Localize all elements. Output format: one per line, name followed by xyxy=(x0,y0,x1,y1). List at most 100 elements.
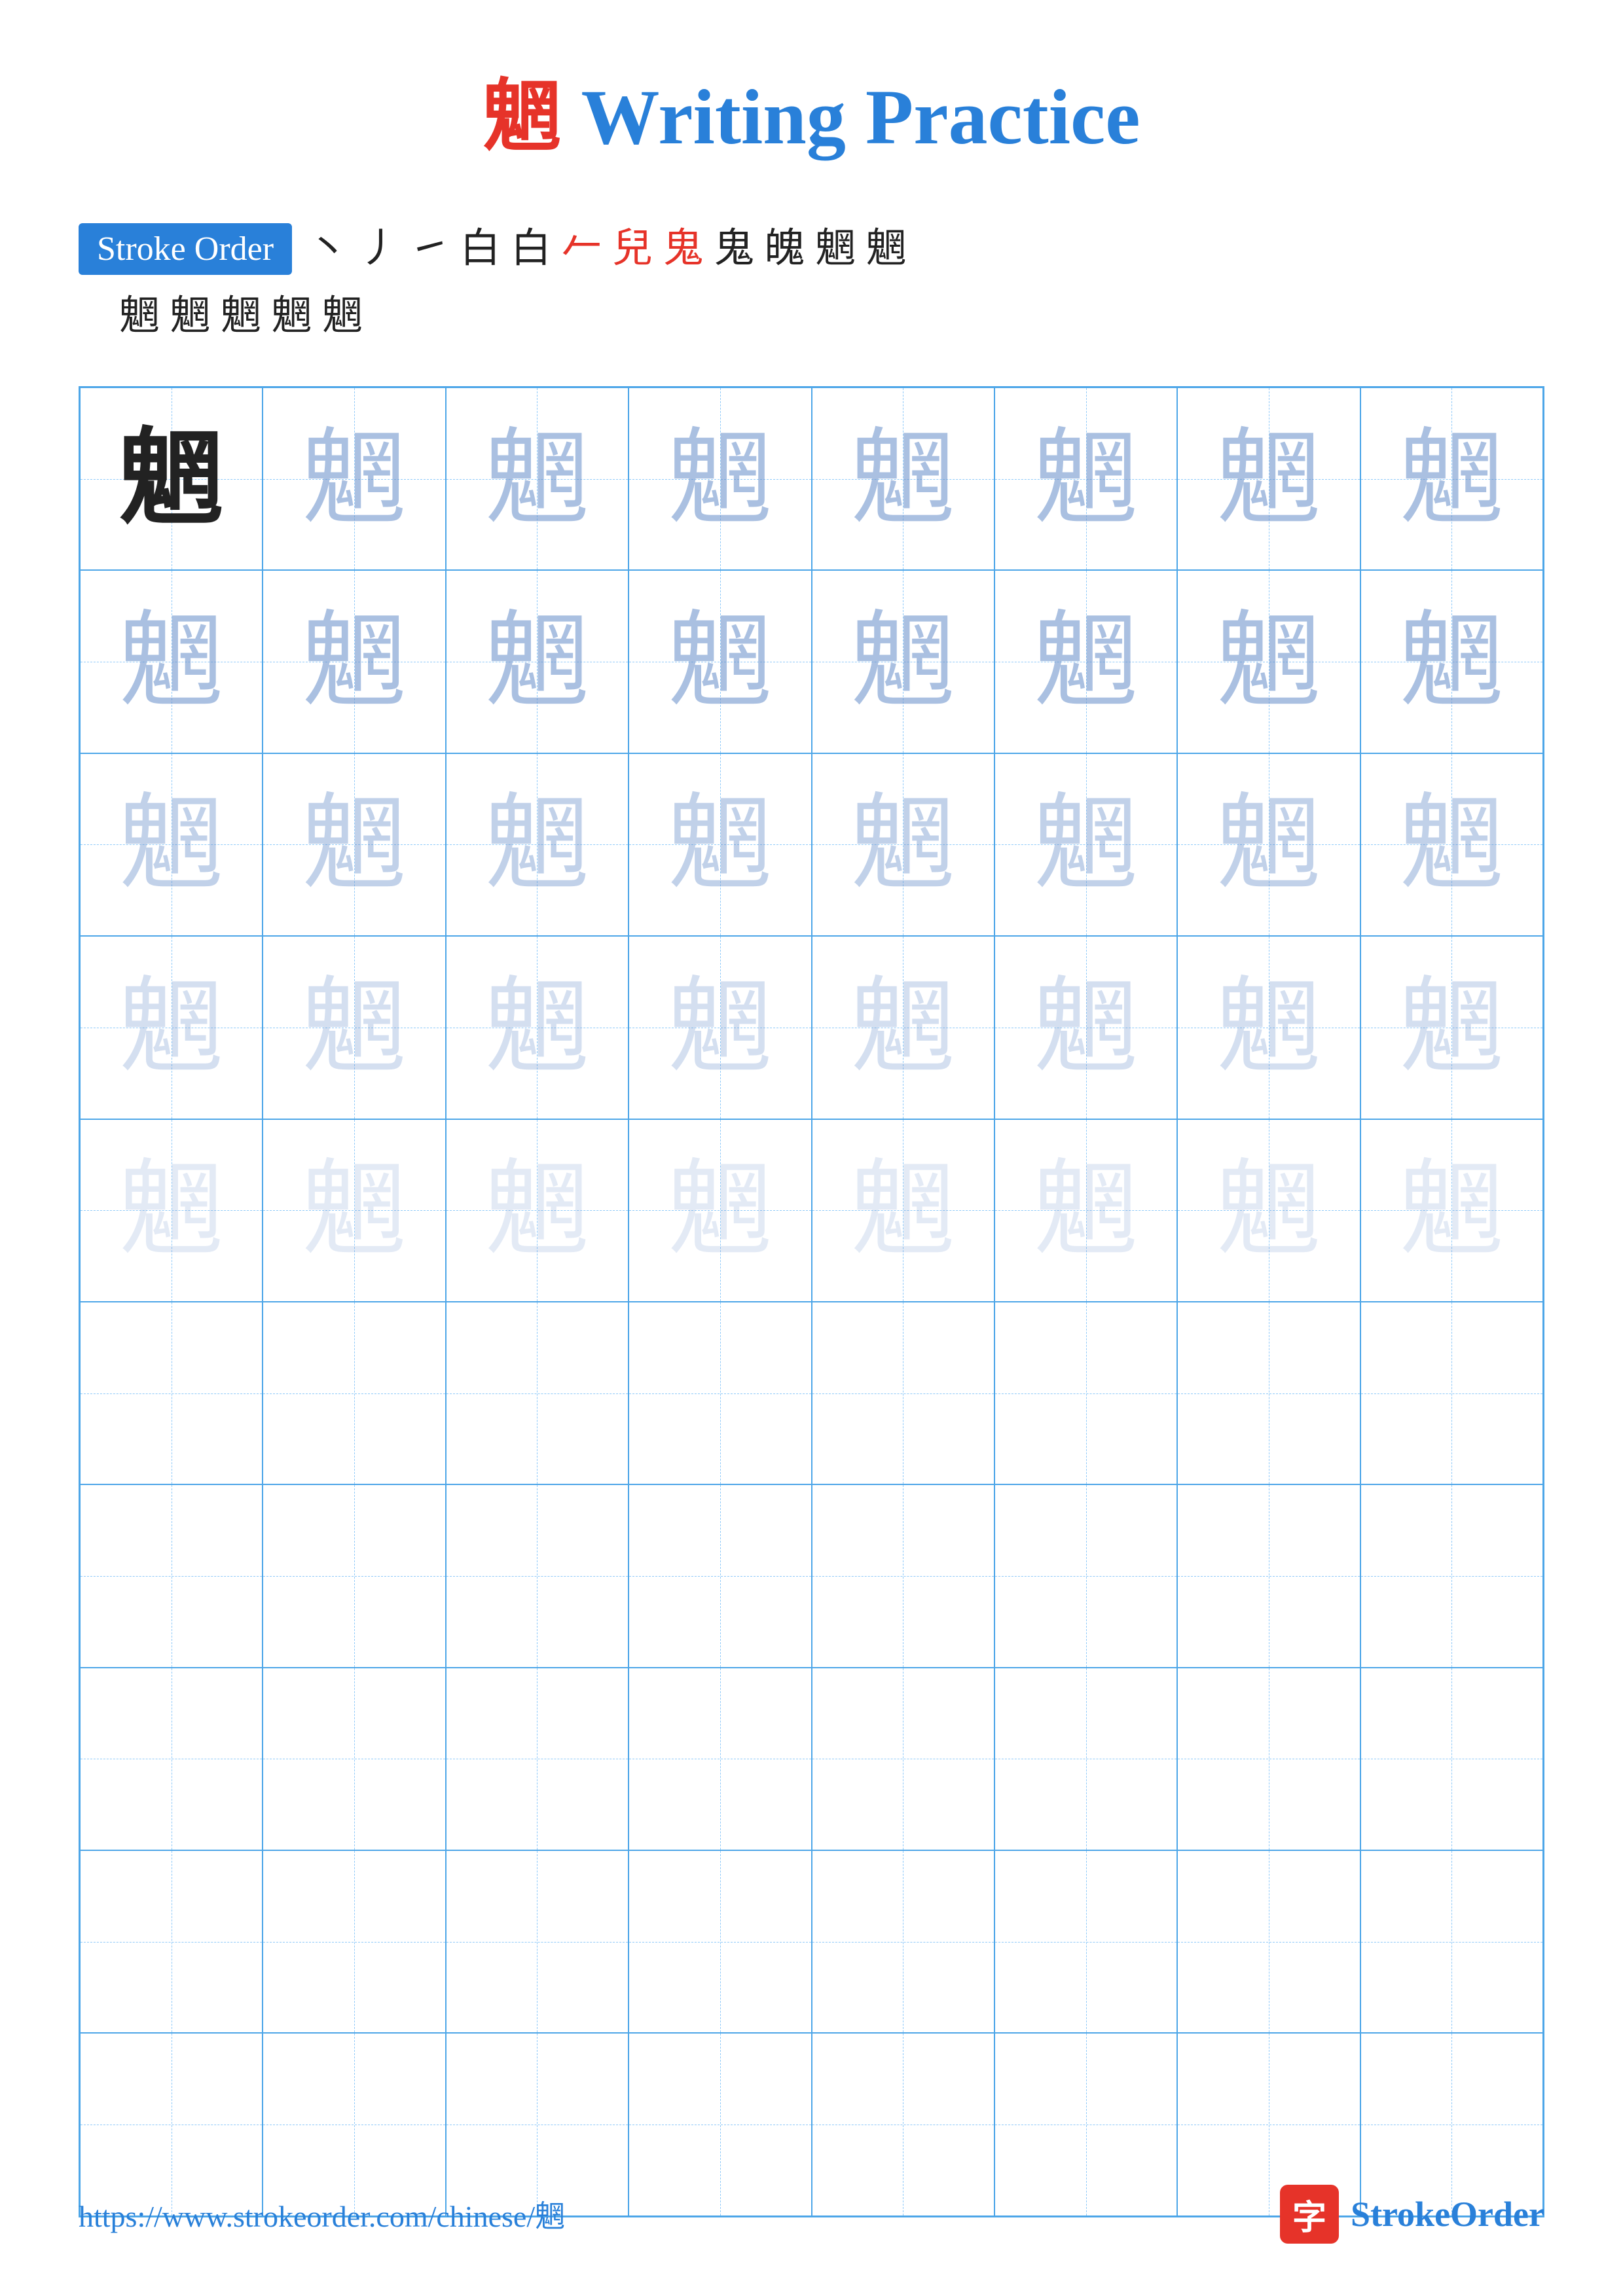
grid-cell-1-1[interactable]: 魍 xyxy=(263,570,445,753)
grid-cell-3-0[interactable]: 魍 xyxy=(80,936,263,1119)
cell-character: 魍 xyxy=(1034,1158,1139,1263)
grid-cell-4-3[interactable]: 魍 xyxy=(629,1119,811,1302)
grid-cell-2-2[interactable]: 魍 xyxy=(446,753,629,936)
grid-cell-1-6[interactable]: 魍 xyxy=(1177,570,1360,753)
cell-character: 魍 xyxy=(668,1158,773,1263)
grid-cell-8-3[interactable] xyxy=(629,1850,811,2033)
grid-cell-6-7[interactable] xyxy=(1360,1484,1543,1667)
grid-cell-0-3[interactable]: 魍 xyxy=(629,387,811,570)
cell-character: 魍 xyxy=(302,427,407,531)
grid-cell-4-5[interactable]: 魍 xyxy=(994,1119,1177,1302)
grid-cell-0-7[interactable]: 魍 xyxy=(1360,387,1543,570)
grid-cell-7-1[interactable] xyxy=(263,1668,445,1850)
grid-cell-5-6[interactable] xyxy=(1177,1302,1360,1484)
grid-cell-3-4[interactable]: 魍 xyxy=(812,936,994,1119)
grid-cell-1-5[interactable]: 魍 xyxy=(994,570,1177,753)
grid-cell-4-7[interactable]: 魍 xyxy=(1360,1119,1543,1302)
grid-cell-2-5[interactable]: 魍 xyxy=(994,753,1177,936)
cell-character: 魍 xyxy=(484,609,589,714)
grid-cell-1-3[interactable]: 魍 xyxy=(629,570,811,753)
grid-cell-3-2[interactable]: 魍 xyxy=(446,936,629,1119)
grid-row-8 xyxy=(80,1850,1543,2033)
grid-cell-8-4[interactable] xyxy=(812,1850,994,2033)
grid-cell-5-1[interactable] xyxy=(263,1302,445,1484)
cell-character: 魍 xyxy=(119,792,224,897)
grid-cell-8-0[interactable] xyxy=(80,1850,263,2033)
grid-cell-5-0[interactable] xyxy=(80,1302,263,1484)
grid-cell-8-6[interactable] xyxy=(1177,1850,1360,2033)
cell-character: 魍 xyxy=(1034,792,1139,897)
grid-cell-7-6[interactable] xyxy=(1177,1668,1360,1850)
grid-cell-0-6[interactable]: 魍 xyxy=(1177,387,1360,570)
grid-cell-7-3[interactable] xyxy=(629,1668,811,1850)
grid-cell-8-5[interactable] xyxy=(994,1850,1177,2033)
grid-cell-7-2[interactable] xyxy=(446,1668,629,1850)
grid-cell-2-0[interactable]: 魍 xyxy=(80,753,263,936)
stroke-order-label: Stroke Order xyxy=(79,223,292,275)
grid-cell-0-4[interactable]: 魍 xyxy=(812,387,994,570)
grid-cell-6-2[interactable] xyxy=(446,1484,629,1667)
grid-cell-3-6[interactable]: 魍 xyxy=(1177,936,1360,1119)
grid-cell-2-7[interactable]: 魍 xyxy=(1360,753,1543,936)
grid-cell-7-4[interactable] xyxy=(812,1668,994,1850)
cell-character: 魍 xyxy=(1034,975,1139,1080)
grid-cell-5-7[interactable] xyxy=(1360,1302,1543,1484)
grid-cell-3-5[interactable]: 魍 xyxy=(994,936,1177,1119)
cell-character: 魍 xyxy=(119,609,224,714)
footer-logo-text: StrokeOrder xyxy=(1351,2194,1544,2234)
grid-row-7 xyxy=(80,1668,1543,1850)
footer-url[interactable]: https://www.strokeorder.com/chinese/魍 xyxy=(79,2193,565,2236)
grid-cell-5-4[interactable] xyxy=(812,1302,994,1484)
grid-cell-6-6[interactable] xyxy=(1177,1484,1360,1667)
stroke-order-section: Stroke Order 丶 丿 ㇀ 白 白 𠂉 兒 鬼 鬼 魄 魍 魍 魍 魍… xyxy=(79,219,1544,347)
grid-cell-3-1[interactable]: 魍 xyxy=(263,936,445,1119)
cell-character: 魍 xyxy=(484,792,589,897)
grid-cell-7-5[interactable] xyxy=(994,1668,1177,1850)
grid-cell-0-5[interactable]: 魍 xyxy=(994,387,1177,570)
grid-cell-2-6[interactable]: 魍 xyxy=(1177,753,1360,936)
cell-character: 魍 xyxy=(1034,609,1139,714)
grid-cell-5-5[interactable] xyxy=(994,1302,1177,1484)
grid-cell-3-3[interactable]: 魍 xyxy=(629,936,811,1119)
grid-cell-2-1[interactable]: 魍 xyxy=(263,753,445,936)
grid-row-0: 魍魍魍魍魍魍魍魍 xyxy=(80,387,1543,570)
grid-cell-1-0[interactable]: 魍 xyxy=(80,570,263,753)
cell-character: 魍 xyxy=(1399,792,1504,897)
grid-cell-8-7[interactable] xyxy=(1360,1850,1543,2033)
grid-cell-4-0[interactable]: 魍 xyxy=(80,1119,263,1302)
cell-character: 魍 xyxy=(1216,975,1321,1080)
grid-row-5 xyxy=(80,1302,1543,1484)
grid-cell-0-0[interactable]: 魍 xyxy=(80,387,263,570)
grid-cell-5-2[interactable] xyxy=(446,1302,629,1484)
grid-cell-6-0[interactable] xyxy=(80,1484,263,1667)
grid-cell-5-3[interactable] xyxy=(629,1302,811,1484)
grid-cell-0-2[interactable]: 魍 xyxy=(446,387,629,570)
cell-character: 魍 xyxy=(1216,427,1321,531)
grid-cell-4-1[interactable]: 魍 xyxy=(263,1119,445,1302)
cell-character: 魍 xyxy=(668,609,773,714)
grid-row-1: 魍魍魍魍魍魍魍魍 xyxy=(80,570,1543,753)
grid-cell-4-6[interactable]: 魍 xyxy=(1177,1119,1360,1302)
cell-character: 魍 xyxy=(850,1158,955,1263)
grid-cell-2-3[interactable]: 魍 xyxy=(629,753,811,936)
grid-cell-2-4[interactable]: 魍 xyxy=(812,753,994,936)
grid-cell-6-5[interactable] xyxy=(994,1484,1177,1667)
grid-cell-6-3[interactable] xyxy=(629,1484,811,1667)
grid-cell-1-4[interactable]: 魍 xyxy=(812,570,994,753)
cell-character: 魍 xyxy=(1216,609,1321,714)
cell-character: 魍 xyxy=(1216,1158,1321,1263)
cell-character: 魍 xyxy=(1399,609,1504,714)
grid-cell-1-2[interactable]: 魍 xyxy=(446,570,629,753)
grid-cell-8-2[interactable] xyxy=(446,1850,629,2033)
grid-cell-6-1[interactable] xyxy=(263,1484,445,1667)
grid-cell-7-7[interactable] xyxy=(1360,1668,1543,1850)
grid-cell-4-2[interactable]: 魍 xyxy=(446,1119,629,1302)
cell-character: 魍 xyxy=(668,792,773,897)
grid-cell-3-7[interactable]: 魍 xyxy=(1360,936,1543,1119)
grid-cell-0-1[interactable]: 魍 xyxy=(263,387,445,570)
grid-cell-4-4[interactable]: 魍 xyxy=(812,1119,994,1302)
grid-cell-8-1[interactable] xyxy=(263,1850,445,2033)
grid-cell-1-7[interactable]: 魍 xyxy=(1360,570,1543,753)
grid-cell-6-4[interactable] xyxy=(812,1484,994,1667)
grid-cell-7-0[interactable] xyxy=(80,1668,263,1850)
